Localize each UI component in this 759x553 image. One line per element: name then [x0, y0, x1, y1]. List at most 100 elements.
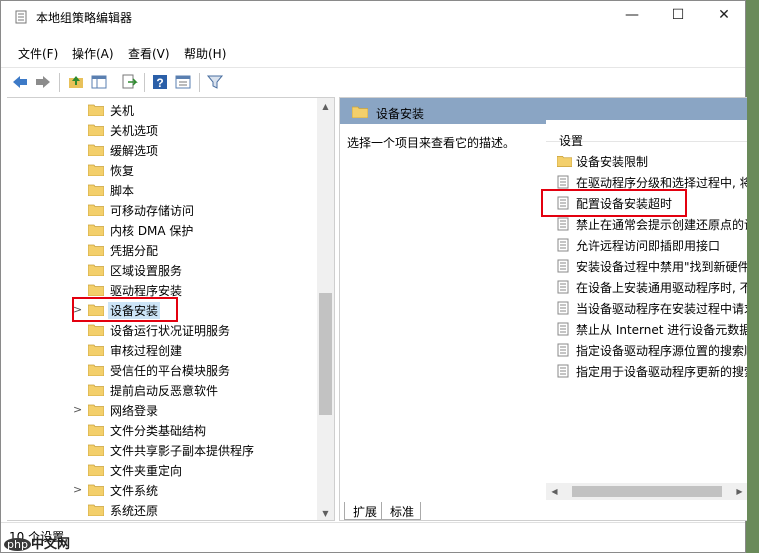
list-item-label: 指定设备驱动程序源位置的搜索顺 [576, 344, 747, 358]
toolbar-separator [144, 73, 145, 92]
toolbar-separator [199, 73, 200, 92]
list-item-label: 当设备驱动程序在安装过程中请求 [576, 302, 747, 316]
tree-node[interactable]: 设备运行状况证明服务 [7, 320, 317, 340]
scroll-down-icon[interactable]: ▼ [317, 505, 334, 520]
folder-icon [352, 106, 368, 118]
tree-node[interactable]: 审核过程创建 [7, 340, 317, 360]
folder-icon [88, 124, 104, 136]
tree-node-label: 缓解选项 [110, 144, 159, 158]
policy-setting-icon [557, 217, 569, 231]
folder-list-item[interactable]: 设备安装限制 [546, 151, 747, 171]
tree-node-label: 恢复 [110, 164, 135, 178]
policy-setting-icon [557, 175, 569, 189]
up-folder-icon[interactable] [67, 73, 85, 91]
close-button[interactable]: ✕ [701, 1, 747, 31]
status-bar: 10 个设置 [1, 522, 745, 552]
list-item-label: 在设备上安装通用驱动程序时, 不 [576, 281, 747, 295]
policy-list-item[interactable]: 允许远程访问即插即用接口 [546, 235, 747, 255]
tree-node[interactable]: > 网络登录 [7, 400, 317, 420]
tree-node[interactable]: 脚本 [7, 180, 317, 200]
tree-node[interactable]: 凭据分配 [7, 240, 317, 260]
tree-node[interactable]: 区域设置服务 [7, 260, 317, 280]
details-pane: 设备安装 选择一个项目来查看它的描述。 设置 设备安装限制 在驱动程序分级和选择过… [339, 97, 747, 521]
help-icon[interactable]: ? [151, 73, 169, 91]
tree-node-label: 提前启动反恶意软件 [110, 384, 219, 398]
menu-view[interactable]: 查看(V) [128, 45, 170, 62]
tree-node-label: 文件系统 [110, 484, 159, 498]
tree-node-label: 设备运行状况证明服务 [110, 324, 231, 338]
tree-node[interactable]: 文件分类基础结构 [7, 420, 317, 440]
tree-node-label: 关机选项 [110, 124, 159, 138]
policy-setting-icon [557, 343, 569, 357]
folder-icon [88, 364, 104, 376]
tree-node-label: 关机 [110, 104, 135, 118]
scroll-up-icon[interactable]: ▲ [317, 98, 334, 115]
tree-node[interactable]: 缓解选项 [7, 140, 317, 160]
tree-node-label: 审核过程创建 [110, 344, 183, 358]
tree-node[interactable]: 关机选项 [7, 120, 317, 140]
policy-setting-icon [557, 322, 569, 336]
site-watermark: php 中文网 [4, 533, 70, 552]
menu-help[interactable]: 帮助(H) [184, 45, 226, 62]
tree-node[interactable]: > 文件系统 [7, 480, 317, 500]
folder-icon [88, 264, 104, 276]
export-list-icon[interactable] [120, 73, 138, 91]
policy-list-item[interactable]: 在设备上安装通用驱动程序时, 不 [546, 277, 747, 297]
menu-action[interactable]: 操作(A) [72, 45, 114, 62]
policy-list-item[interactable]: 指定用于设备驱动程序更新的搜索 [546, 361, 747, 381]
settings-column-header[interactable]: 设置 [546, 120, 747, 148]
folder-icon [88, 104, 104, 116]
tree-node[interactable]: 受信任的平台模块服务 [7, 360, 317, 380]
minimize-button[interactable]: — [609, 1, 655, 31]
folder-icon [88, 184, 104, 196]
forward-arrow-icon[interactable] [34, 73, 52, 91]
tree-node-label: 区域设置服务 [110, 264, 183, 278]
properties-icon[interactable] [174, 73, 192, 91]
folder-icon [88, 384, 104, 396]
tab-extended[interactable]: 扩展 [344, 502, 385, 520]
scroll-thumb[interactable] [319, 293, 332, 415]
watermark-text: 中文网 [30, 537, 70, 552]
tree-node[interactable]: 可移动存储访问 [7, 200, 317, 220]
folder-icon [557, 155, 572, 167]
folder-icon [88, 344, 104, 356]
back-arrow-icon[interactable] [11, 73, 29, 91]
policy-list-item[interactable]: 当设备驱动程序在安装过程中请求 [546, 298, 747, 318]
list-item-label: 安装设备过程中禁用"找到新硬件 [576, 260, 747, 274]
tree-node-label: 受信任的平台模块服务 [110, 364, 231, 378]
tree-node[interactable]: 文件夹重定向 [7, 460, 317, 480]
description-text: 选择一个项目来查看它的描述。 [347, 136, 516, 150]
folder-icon [88, 404, 104, 416]
tab-standard[interactable]: 标准 [381, 502, 422, 520]
tree-node[interactable]: 系统还原 [7, 500, 317, 520]
scroll-right-icon[interactable]: ▶ [731, 483, 747, 500]
policy-list-item[interactable]: 指定设备驱动程序源位置的搜索顺 [546, 340, 747, 360]
tree-node-label: 可移动存储访问 [110, 204, 195, 218]
tree-node[interactable]: 恢复 [7, 160, 317, 180]
toolbar-separator [59, 73, 60, 92]
show-hide-tree-icon[interactable] [90, 73, 108, 91]
group-policy-editor-window: 本地组策略编辑器 — ☐ ✕ 文件(F) 操作(A) 查看(V) 帮助(H) ?… [0, 0, 747, 553]
list-horizontal-scrollbar[interactable]: ◀ ▶ [546, 483, 747, 500]
policy-setting-icon [557, 259, 569, 273]
filter-icon[interactable] [206, 73, 224, 91]
policy-list-item[interactable]: 安装设备过程中禁用"找到新硬件 [546, 256, 747, 276]
policy-list-item[interactable]: 禁止在通常会提示创建还原点的设 [546, 214, 747, 234]
tree-node[interactable]: 内核 DMA 保护 [7, 220, 317, 240]
tree-node[interactable]: 关机 [7, 100, 317, 120]
policy-list-item[interactable]: 禁止从 Internet 进行设备元数据 [546, 319, 747, 339]
tree-node[interactable]: 提前启动反恶意软件 [7, 380, 317, 400]
tree-node[interactable]: 文件共享影子副本提供程序 [7, 440, 317, 460]
folder-icon [88, 164, 104, 176]
tree-node-label: 系统还原 [110, 504, 159, 518]
expand-chevron-icon[interactable]: > [73, 483, 82, 496]
expand-chevron-icon[interactable]: > [73, 403, 82, 416]
tree-vertical-scrollbar[interactable]: ▲ ▼ [317, 98, 334, 520]
scroll-left-icon[interactable]: ◀ [546, 483, 563, 500]
policy-setting-icon [557, 238, 569, 252]
menu-file[interactable]: 文件(F) [18, 45, 58, 62]
maximize-button[interactable]: ☐ [655, 1, 701, 31]
hscroll-thumb[interactable] [572, 486, 722, 497]
folder-icon [88, 444, 104, 456]
tree-node-label: 网络登录 [110, 404, 159, 418]
